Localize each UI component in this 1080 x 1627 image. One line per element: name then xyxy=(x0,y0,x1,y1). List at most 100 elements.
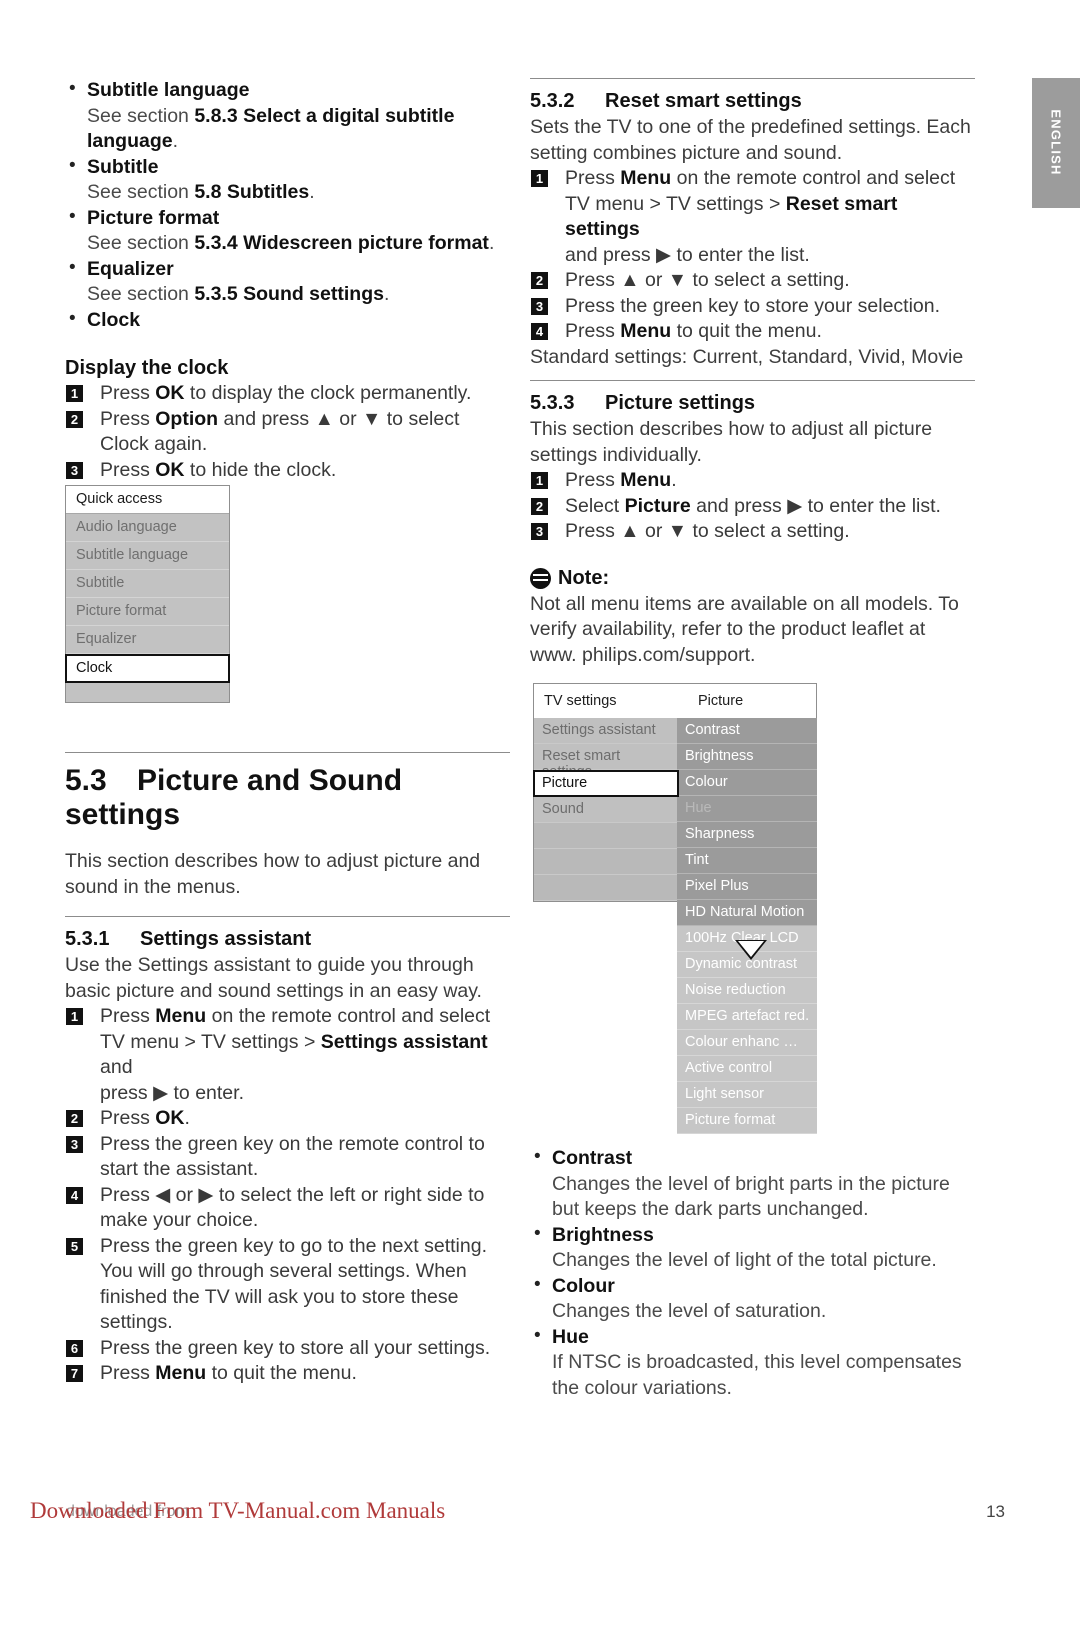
bullet-title: Colour xyxy=(552,1274,615,1297)
step-number: 2 xyxy=(66,1110,83,1127)
see-section-suffix: . xyxy=(383,283,390,305)
tv-menu-item-sound[interactable]: Sound xyxy=(534,797,678,823)
quick-access-item-picture-format[interactable]: Picture format xyxy=(66,598,229,626)
tv-menu-empty-row xyxy=(534,875,678,901)
section-divider xyxy=(65,916,510,917)
step-item: 2 Press OK. xyxy=(65,1106,510,1132)
picture-item-light-sensor[interactable]: Light sensor xyxy=(677,1082,817,1108)
bullet-subtext: See section 5.8 Subtitles. xyxy=(87,180,505,206)
picture-item-colour[interactable]: Colour xyxy=(677,770,817,796)
step-text-c: to hide the clock. xyxy=(184,458,337,481)
picture-item-pixel-plus[interactable]: Pixel Plus xyxy=(677,874,817,900)
step-item: 5 Press the green key to go to the next … xyxy=(65,1234,510,1336)
picture-item-tint[interactable]: Tint xyxy=(677,848,817,874)
step-number: 2 xyxy=(531,272,548,289)
tv-menu-item-picture[interactable]: Picture xyxy=(533,770,679,797)
bullet-title: Contrast xyxy=(552,1147,633,1169)
settings-assistant-steps: 1 Press Menu on the remote control and s… xyxy=(65,1004,510,1387)
quick-access-menu: Quick access Audio language Subtitle lan… xyxy=(65,485,230,703)
left-top-bullet-list: Subtitle language See section 5.8.3 Sele… xyxy=(65,78,505,333)
language-tab-label: ENGLISH xyxy=(1048,109,1064,176)
picture-item-brightness[interactable]: Brightness xyxy=(677,744,817,770)
subsection-number: 5.3.1 xyxy=(65,928,110,950)
picture-item-contrast[interactable]: Contrast xyxy=(677,718,817,744)
tv-menu-empty-row xyxy=(534,849,678,875)
picture-settings-descriptions: Contrast Changes the level of bright par… xyxy=(530,1146,975,1401)
document-page: ENGLISH Subtitle language See section 5.… xyxy=(0,0,1080,1627)
step-text-a: Press xyxy=(565,320,621,342)
bullet-desc: If NTSC is broadcasted, this level compe… xyxy=(552,1351,962,1399)
step-path-target: Settings assistant xyxy=(320,1030,488,1053)
step-item: 2 Press ▲ or ▼ to select a setting. xyxy=(530,268,975,294)
quick-access-item-subtitle-language[interactable]: Subtitle language xyxy=(66,542,229,570)
quick-access-item-equalizer[interactable]: Equalizer xyxy=(66,626,229,654)
page-number: 13 xyxy=(986,1502,1005,1521)
picture-item-mpeg-artefact-red[interactable]: MPEG artefact red. xyxy=(677,1004,817,1030)
step-item: 4 Press Menu to quit the menu. xyxy=(530,319,975,345)
quick-access-footer-strip xyxy=(66,683,229,702)
display-clock-heading: Display the clock xyxy=(65,357,229,379)
step-number: 6 xyxy=(66,1339,83,1357)
picture-item-noise-reduction[interactable]: Noise reduction xyxy=(677,978,817,1004)
step-text-a: Press ▲ or ▼ to select a setting. xyxy=(565,269,850,291)
picture-item-picture-format[interactable]: Picture format xyxy=(677,1108,817,1134)
step-text-line3: finished the TV will ask you to store th… xyxy=(100,1285,459,1308)
bullet-title: Brightness xyxy=(552,1223,654,1246)
see-section-prefix: See section xyxy=(87,232,195,254)
quick-access-item-subtitle[interactable]: Subtitle xyxy=(66,570,229,598)
step-text-c: . xyxy=(671,469,677,491)
tv-menu-right-list: Contrast Brightness Colour Hue Sharpness… xyxy=(677,718,817,1134)
quick-access-item-audio-language[interactable]: Audio language xyxy=(66,514,229,542)
bullet-title: Clock xyxy=(87,308,141,331)
left-column: Subtitle language See section 5.8.3 Sele… xyxy=(65,78,505,483)
step-key: Menu xyxy=(620,469,672,491)
step-text-a: Press xyxy=(100,458,156,481)
subsection-heading: 5.3.3 Picture settings xyxy=(530,390,975,416)
step-number: 5 xyxy=(66,1237,83,1255)
bullet-title: Picture format xyxy=(87,206,220,229)
tv-menu-left-list: Settings assistant Reset smart settings … xyxy=(533,718,679,902)
picture-item-hd-natural-motion[interactable]: HD Natural Motion xyxy=(677,900,817,926)
step-key: Option xyxy=(155,407,219,430)
quick-access-header: Quick access xyxy=(66,486,229,514)
tv-menu-header-left: TV settings xyxy=(544,693,617,709)
step-number: 2 xyxy=(531,497,548,515)
step-text-c: and press ▲ or ▼ to select xyxy=(218,407,460,430)
picture-item-colour-enhancement[interactable]: Colour enhanc … xyxy=(677,1030,817,1056)
see-section-suffix: . xyxy=(488,232,495,254)
bullet-title: Equalizer xyxy=(87,257,174,280)
step-text-a: Press xyxy=(100,1362,156,1384)
step-number: 1 xyxy=(66,385,83,402)
quick-access-item-clock[interactable]: Clock xyxy=(65,654,230,683)
subsection-heading: 5.3.1 Settings assistant xyxy=(65,926,510,952)
see-section-suffix: . xyxy=(172,130,179,152)
picture-item-sharpness[interactable]: Sharpness xyxy=(677,822,817,848)
step-key: Menu xyxy=(155,1362,207,1384)
list-item: Subtitle See section 5.8 Subtitles. xyxy=(65,155,505,206)
section-5-3-1: 5.3.1 Settings assistant Use the Settings… xyxy=(65,916,510,1387)
tv-menu-item-settings-assistant[interactable]: Settings assistant xyxy=(534,718,678,744)
bullet-subtext: See section 5.8.3 Select a digital subti… xyxy=(87,104,505,155)
tv-menu-item-reset-smart-settings[interactable]: Reset smart settings xyxy=(534,744,678,780)
step-item: 1 Press Menu on the remote control and s… xyxy=(65,1004,510,1106)
picture-item-hue[interactable]: Hue xyxy=(677,796,817,822)
section-divider xyxy=(530,78,975,79)
section-5-3-3: 5.3.3 Picture settings This section descr… xyxy=(530,380,975,668)
step-text-a: Press xyxy=(565,469,621,491)
subsection-heading: 5.3.2 Reset smart settings xyxy=(530,88,975,114)
tv-settings-menu: TV settings Picture Settings assistant R… xyxy=(533,683,817,1134)
note-text: Not all menu items are available on all … xyxy=(530,592,959,666)
picture-settings-steps: 1 Press Menu. 2 Select Picture and press… xyxy=(530,468,975,545)
subsection-intro: Use the Settings assistant to guide you … xyxy=(65,954,482,1002)
step-text-c: . xyxy=(184,1107,190,1129)
step-item: 3 Press the green key on the remote cont… xyxy=(65,1132,510,1183)
subsection-number: 5.3.2 xyxy=(530,90,575,112)
step-text-a: Press xyxy=(100,407,156,430)
step-number: 3 xyxy=(66,1135,83,1153)
step-item: 2 Press Option and press ▲ or ▼ to selec… xyxy=(65,407,505,458)
step-key: Picture xyxy=(624,494,691,517)
step-text-c: to display the clock permanently. xyxy=(184,382,472,404)
step-number: 1 xyxy=(531,472,548,489)
see-section-prefix: See section xyxy=(87,104,195,127)
picture-item-active-control[interactable]: Active control xyxy=(677,1056,817,1082)
